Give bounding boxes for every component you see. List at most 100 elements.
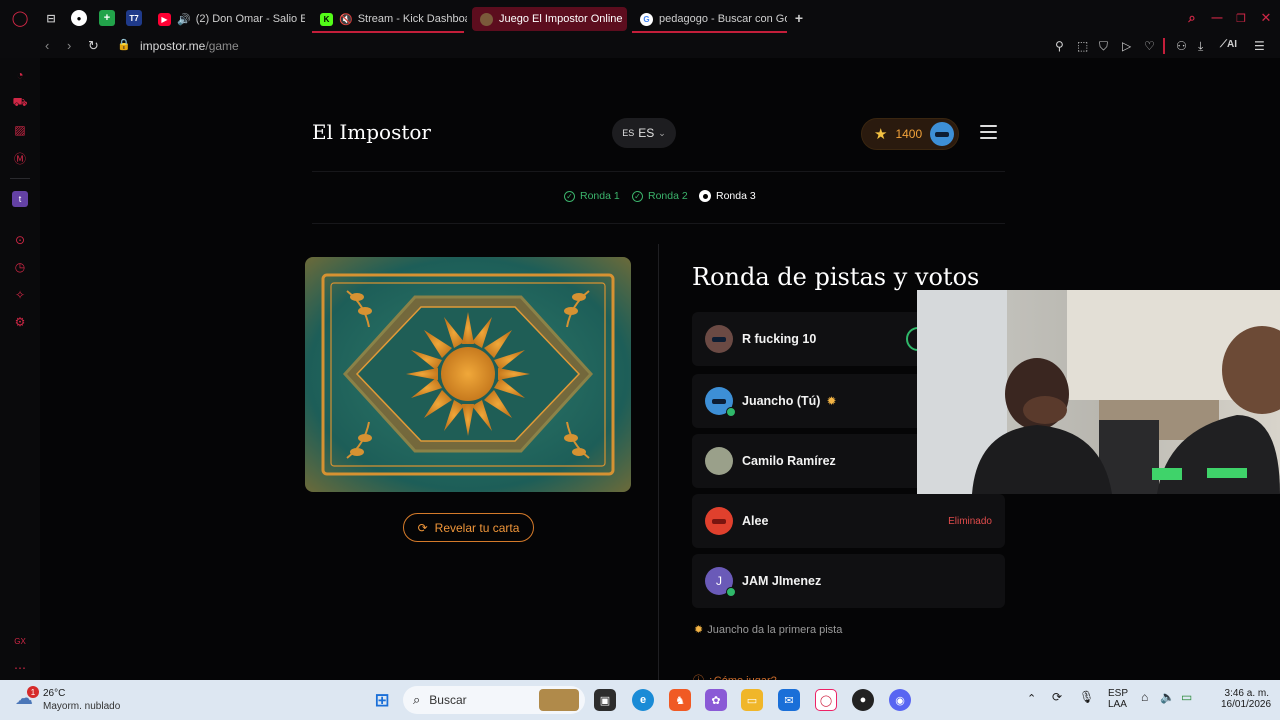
download-icon[interactable]: ⤓ [1198,39,1203,54]
current-round-dot-icon [699,190,711,202]
impostor-favicon [480,12,493,26]
brave-icon[interactable]: ♞ [669,689,691,711]
ai-wand-icon: ⟋ [1220,39,1227,50]
weather-desc[interactable]: Mayorm. nublado [43,701,120,712]
windows-start-icon[interactable]: ⊞ [371,689,393,711]
pinned-tab-t7[interactable]: T7 [126,10,142,26]
profile-icon[interactable]: ⚇ [1176,39,1187,53]
reveal-card-button[interactable]: ⟳ Revelar tu carta [403,513,534,542]
game-card-back[interactable] [305,257,631,492]
tab-impostor-active[interactable]: Juego El Impostor Online [472,7,627,31]
store-icon[interactable]: ✉ [778,689,800,711]
pin-icon[interactable]: ⚲ [1055,39,1064,53]
pinned-sheets-icon[interactable]: + [99,10,115,26]
points-value: 1400 [895,127,923,141]
clock[interactable]: 3:46 a. m. 16/01/2026 [1221,688,1271,710]
star-icon: ★ [874,126,888,143]
player-icon[interactable]: ⊙ [12,232,28,248]
language-selector[interactable]: ES ES ⌄ [612,118,676,148]
reload-icon[interactable]: ↻ [88,38,99,54]
ready-check-icon [726,587,736,597]
pinned-tab-icon[interactable]: ● [71,10,87,26]
separator [1163,38,1165,54]
maximize-icon[interactable]: ❐ [1233,10,1249,26]
speaker-icon: 🔊 [177,13,191,26]
tab-google[interactable]: G pedagogo - Buscar con Go [632,7,787,31]
player-avatar [705,325,733,353]
taskbar-search-field[interactable]: ⌕ Buscar [403,686,585,714]
shield-icon[interactable]: ⛉ [1099,39,1108,54]
app-icon[interactable]: ● [852,689,874,711]
chevron-down-icon: ⌄ [658,127,666,138]
gx-control-icon[interactable]: ⛟ [12,95,28,111]
discord-icon[interactable]: ◉ [889,689,911,711]
weather-notification-badge: 1 [27,686,39,698]
volume-icon[interactable]: 🔈 [1160,690,1175,704]
youtube-icon: ▶ [158,12,171,26]
history-icon[interactable]: ◷ [12,259,28,275]
mask-icon [935,131,950,137]
player-row[interactable]: J JAM JImenez [692,554,1005,608]
messenger-icon[interactable]: Ⓜ [12,150,28,166]
avatar-initial: J [716,574,722,588]
refresh-icon: ⟳ [417,520,428,535]
tab-kick[interactable]: K 🔇 Stream - Kick Dashboa [312,7,467,31]
extensions-icon[interactable]: ✧ [12,287,28,303]
weather-temp[interactable]: 26°C [43,688,65,699]
workspace-icon[interactable]: ⊟ [43,10,59,26]
column-divider [658,244,659,680]
card-sun-artwork [305,257,631,492]
tab-label: Stream - Kick Dashboa [357,13,467,25]
tab-label: Juego El Impostor Online [499,13,623,25]
back-icon[interactable]: ‹ [45,38,49,53]
copilot-icon[interactable]: ✿ [705,689,727,711]
check-icon: ✓ [564,190,575,202]
tray-chevron-up-icon[interactable]: ⌃ [1027,692,1036,705]
player-row[interactable]: Alee Eliminado [692,494,1005,548]
file-explorer-icon[interactable]: ▭ [741,689,763,711]
player-avatar [705,507,733,535]
easy-setup-icon[interactable]: ☰ [1254,39,1265,53]
hamburger-menu-icon[interactable] [980,125,997,143]
edge-icon[interactable]: e [632,689,654,711]
player-avatar [705,387,736,417]
heart-icon[interactable]: ♡ [1144,39,1155,53]
lang-top: ESP [1108,688,1129,699]
opera-gx-taskbar-icon[interactable]: ◯ [815,689,837,711]
round-3-step: Ronda 3 [699,190,756,202]
webcam-feed-image [917,290,1280,494]
new-tab-plus-icon[interactable]: + [791,10,807,26]
microphone-icon[interactable]: 🎙 [1079,690,1094,704]
gx-corner-icon[interactable]: ▨ [12,122,28,138]
points-badge[interactable]: ★ 1400 [861,118,959,150]
forward-icon[interactable]: › [67,38,71,53]
round-label: Ronda 1 [580,190,620,202]
task-view-icon[interactable]: ▣ [594,689,616,711]
reveal-card-label: Revelar tu carta [434,520,520,535]
round-1-step: ✓ Ronda 1 [564,190,620,202]
opera-gx-logo-icon[interactable]: ◯ [12,10,29,27]
tab-underline [632,31,787,33]
settings-gear-icon[interactable]: ⚙ [12,314,28,330]
language-indicator[interactable]: ESP LAA [1108,688,1128,710]
network-icon[interactable]: ⌂ [1141,690,1148,704]
snapshot-icon[interactable]: ⬚ [1077,39,1088,53]
user-avatar[interactable] [930,122,955,146]
player-name: JAM JImenez [742,574,822,588]
eliminated-status: Eliminado [948,515,992,527]
site-logo[interactable]: El Impostor [312,120,431,144]
onedrive-icon[interactable]: ⟳ [1052,690,1062,704]
ai-button[interactable]: ⟋AI [1220,39,1237,50]
battery-icon[interactable]: ▭ [1181,690,1192,704]
twitch-icon[interactable]: t [12,191,28,207]
lang-bottom: LAA [1108,699,1127,710]
more-dots-icon[interactable]: ⋯ [12,660,28,676]
send-icon[interactable]: ▷ [1122,39,1131,53]
url-field[interactable]: impostor.me/game [140,39,239,53]
close-icon[interactable]: ✕ [1258,10,1274,26]
tab-youtube[interactable]: ▶ 🔊 (2) Don Omar - Salio E [150,7,305,31]
mask-icon [712,398,726,404]
speed-dial-icon[interactable]: ◔ [12,67,28,83]
minimize-icon[interactable]: — [1209,10,1225,26]
search-tabs-icon[interactable]: ⌕ [1184,10,1200,26]
